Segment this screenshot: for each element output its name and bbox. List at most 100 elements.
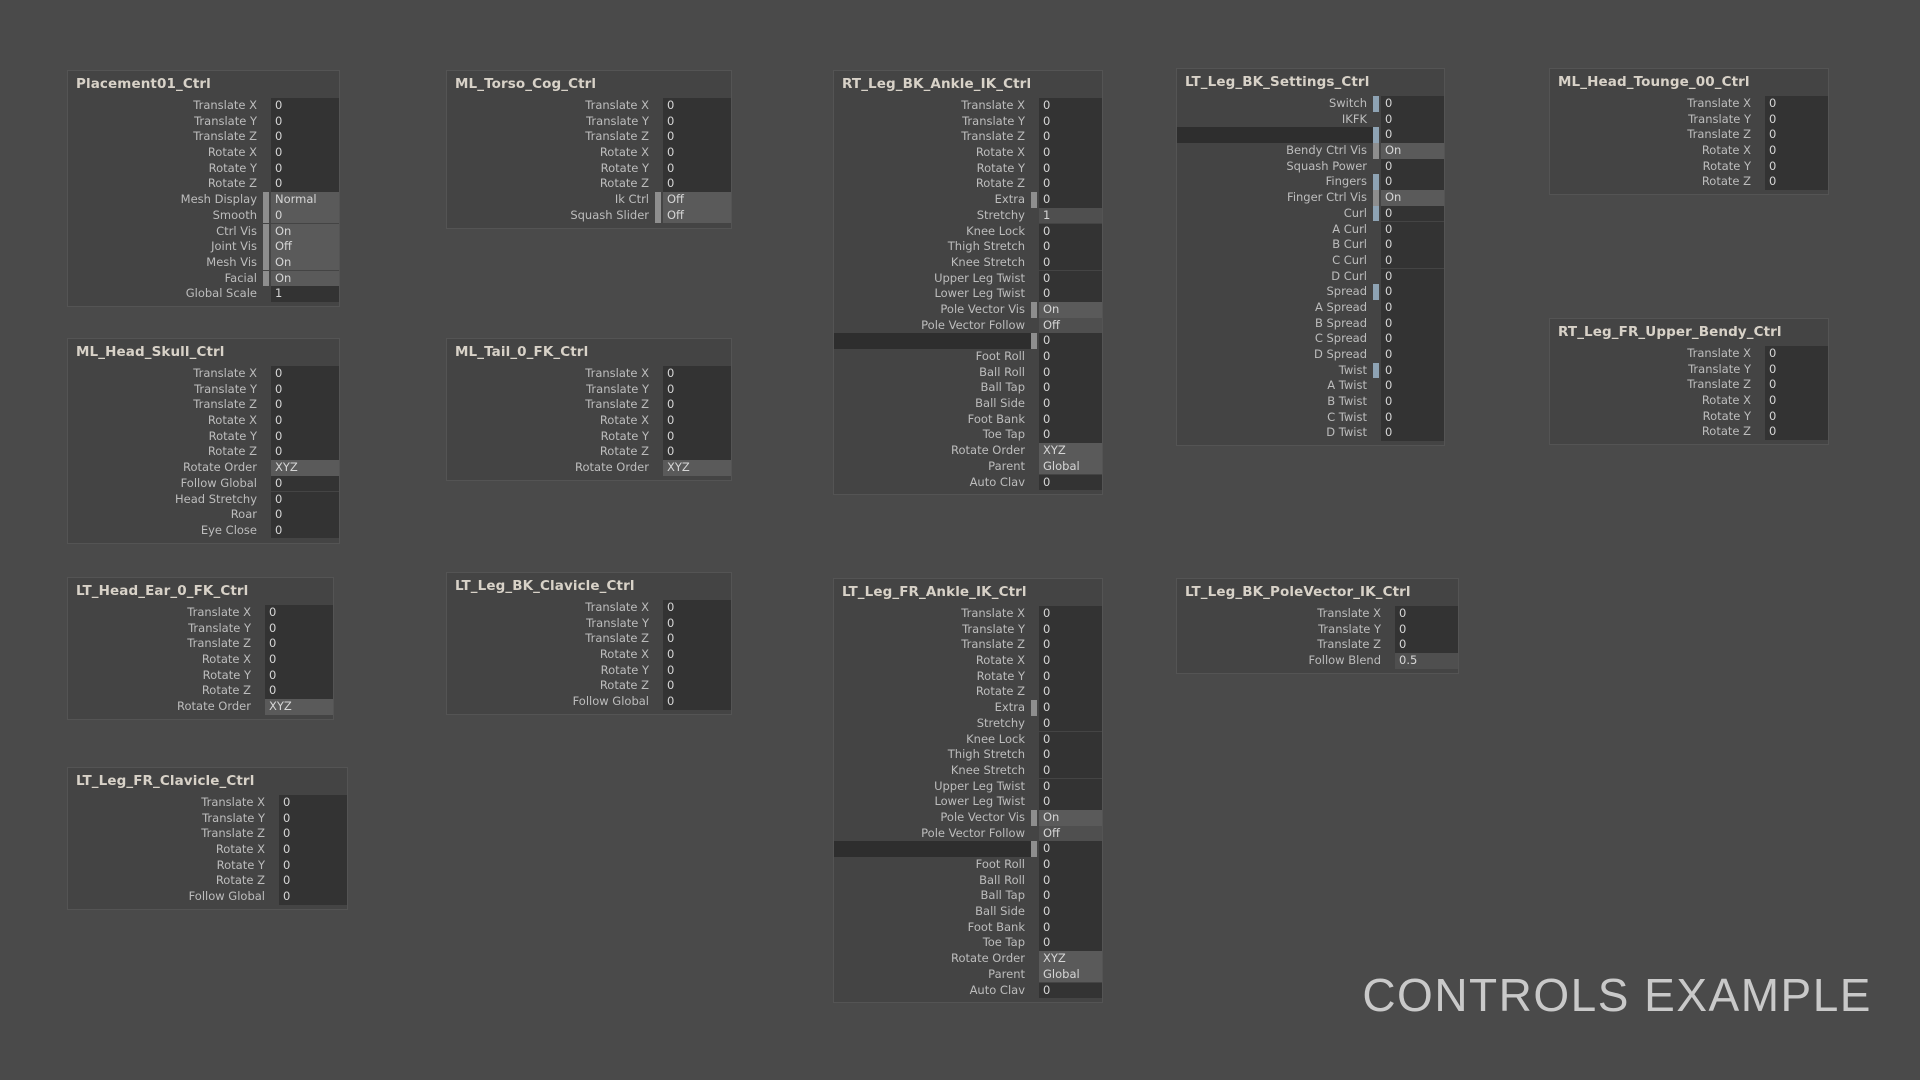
attribute-value-field[interactable]: 0 [663,129,731,145]
attribute-value-field[interactable]: 0 [1381,362,1444,379]
slider-handle[interactable] [263,192,269,208]
attribute-value-field[interactable]: 0 [265,636,333,652]
attribute-value-field[interactable]: 0 [1039,113,1102,130]
attribute-value-field[interactable]: 0 [663,98,731,114]
slider-handle[interactable] [1373,96,1379,112]
slider-handle[interactable] [1031,301,1037,318]
attribute-value-field[interactable]: 0 [265,652,333,668]
attribute-value-field[interactable]: 0 [1381,299,1444,316]
attribute-value-field[interactable]: 0 [663,160,731,177]
attribute-value-field[interactable]: 0 [1765,377,1828,393]
attribute-value-field[interactable]: 0 [265,667,333,684]
attribute-value-field[interactable]: 0 [1039,223,1102,240]
attribute-value-field[interactable]: 0 [663,631,731,647]
attribute-enum-field[interactable]: XYZ [1039,443,1102,459]
attribute-value-field[interactable]: 0 [1765,111,1828,128]
attribute-value-field[interactable]: 0 [265,620,333,637]
attribute-value-field[interactable]: 0 [1039,653,1102,669]
attribute-enum-field[interactable]: Off [271,239,339,255]
attribute-value-field[interactable]: 0 [279,873,347,890]
attribute-enum-field[interactable]: XYZ [271,460,339,476]
attribute-value-field[interactable]: 0 [1381,409,1444,426]
attribute-value-field[interactable]: 0 [265,605,333,621]
attribute-value-field[interactable]: 0 [271,366,339,382]
attribute-enum-field[interactable]: On [1381,143,1444,159]
attribute-value-field[interactable]: 0 [1039,778,1102,795]
attribute-value-field[interactable]: 0 [271,507,339,523]
attribute-value-field[interactable]: 0 [663,366,731,382]
attribute-value-field[interactable]: 0 [271,444,339,461]
slider-handle[interactable] [655,192,661,208]
attribute-value-field[interactable]: 0 [1381,158,1444,175]
attribute-value-field[interactable]: 0 [271,413,339,429]
slider-handle[interactable] [1373,205,1379,222]
attribute-value-field[interactable]: 0 [1381,394,1444,410]
attribute-value-field[interactable]: 0 [1039,888,1102,904]
attribute-value-field[interactable]: 0 [1039,904,1102,920]
attribute-value-field[interactable]: 0 [1039,872,1102,889]
attribute-value-field[interactable]: 0 [663,444,731,461]
attribute-value-field[interactable]: 0 [1039,396,1102,412]
slider-handle[interactable] [1373,190,1379,206]
attribute-enum-field[interactable]: XYZ [1039,951,1102,967]
attribute-value-field[interactable]: 0 [663,428,731,445]
attribute-value-field[interactable]: 0 [1765,174,1828,191]
attribute-value-field[interactable]: 0 [271,129,339,145]
attribute-value-field[interactable]: 0 [663,145,731,161]
attribute-value-field[interactable]: 0 [1381,315,1444,332]
attribute-value-field[interactable]: 0 [1039,982,1102,999]
attribute-value-field[interactable]: 0 [1039,715,1102,732]
attribute-enum-field[interactable]: Off [663,207,731,224]
attribute-enum-field[interactable]: XYZ [265,699,333,715]
attribute-value-field[interactable]: 0 [663,694,731,710]
attribute-value-field[interactable]: 0 [663,600,731,616]
attribute-value-field[interactable]: 0 [1039,129,1102,145]
attribute-value-field[interactable]: 0 [279,857,347,874]
slider-handle[interactable] [1373,127,1379,143]
slider-handle[interactable] [1031,192,1037,208]
attribute-enum-field[interactable]: Normal [271,192,339,208]
attribute-value-field[interactable]: 0 [1765,143,1828,159]
attribute-value-field[interactable]: 0 [1381,127,1444,143]
attribute-value-field[interactable]: 0 [663,615,731,632]
attribute-value-field[interactable]: 0 [1039,684,1102,701]
attribute-value-field[interactable]: 0 [663,381,731,398]
attribute-value-field[interactable]: 0 [1039,474,1102,491]
attribute-value-field[interactable]: 0 [1039,762,1102,779]
attribute-value-field[interactable]: 0 [1039,364,1102,381]
attribute-value-field[interactable]: 0 [1395,606,1458,622]
attribute-value-field[interactable]: 0 [1039,427,1102,444]
attribute-value-field[interactable]: 0 [1039,668,1102,685]
attribute-value-field[interactable]: 0 [663,113,731,130]
attribute-value-field[interactable]: 0 [663,662,731,679]
attribute-value-field[interactable]: 0 [1039,176,1102,193]
attribute-value-field[interactable]: 0 [1381,268,1444,285]
attribute-value-field[interactable]: 0 [1395,637,1458,653]
attribute-value-field[interactable]: 0 [271,491,339,508]
attribute-value-field[interactable]: 0 [1381,221,1444,238]
attribute-value-field[interactable]: 0 [271,113,339,130]
attribute-value-field[interactable]: 0 [271,397,339,413]
attribute-value-field[interactable]: 0 [1381,237,1444,253]
attribute-value-field[interactable]: 0 [663,647,731,663]
slider-handle[interactable] [263,239,269,255]
attribute-value-field[interactable]: 0 [1039,857,1102,873]
attribute-enum-field[interactable]: On [271,270,339,287]
attribute-value-field[interactable]: 0 [1039,747,1102,763]
slider-handle[interactable] [1031,809,1037,826]
attribute-enum-field[interactable]: On [271,254,339,271]
attribute-value-field[interactable]: 0 [1039,935,1102,952]
attribute-value-field[interactable]: 0 [271,381,339,398]
attribute-value-field[interactable]: 0 [1765,158,1828,175]
attribute-value-field[interactable]: Off [1039,317,1102,334]
attribute-value-field[interactable]: 0 [1381,96,1444,112]
attribute-value-field[interactable]: 0 [1765,127,1828,143]
attribute-enum-field[interactable]: Global [1039,966,1102,983]
attribute-value-field[interactable]: 0 [1381,378,1444,394]
attribute-value-field[interactable]: 0 [1765,393,1828,409]
slider-handle[interactable] [1373,284,1379,300]
attribute-enum-field[interactable]: On [1381,190,1444,206]
attribute-value-field[interactable]: 0 [1039,606,1102,622]
attribute-value-field[interactable]: 0 [1039,286,1102,302]
attribute-value-field[interactable]: 0 [1765,408,1828,425]
